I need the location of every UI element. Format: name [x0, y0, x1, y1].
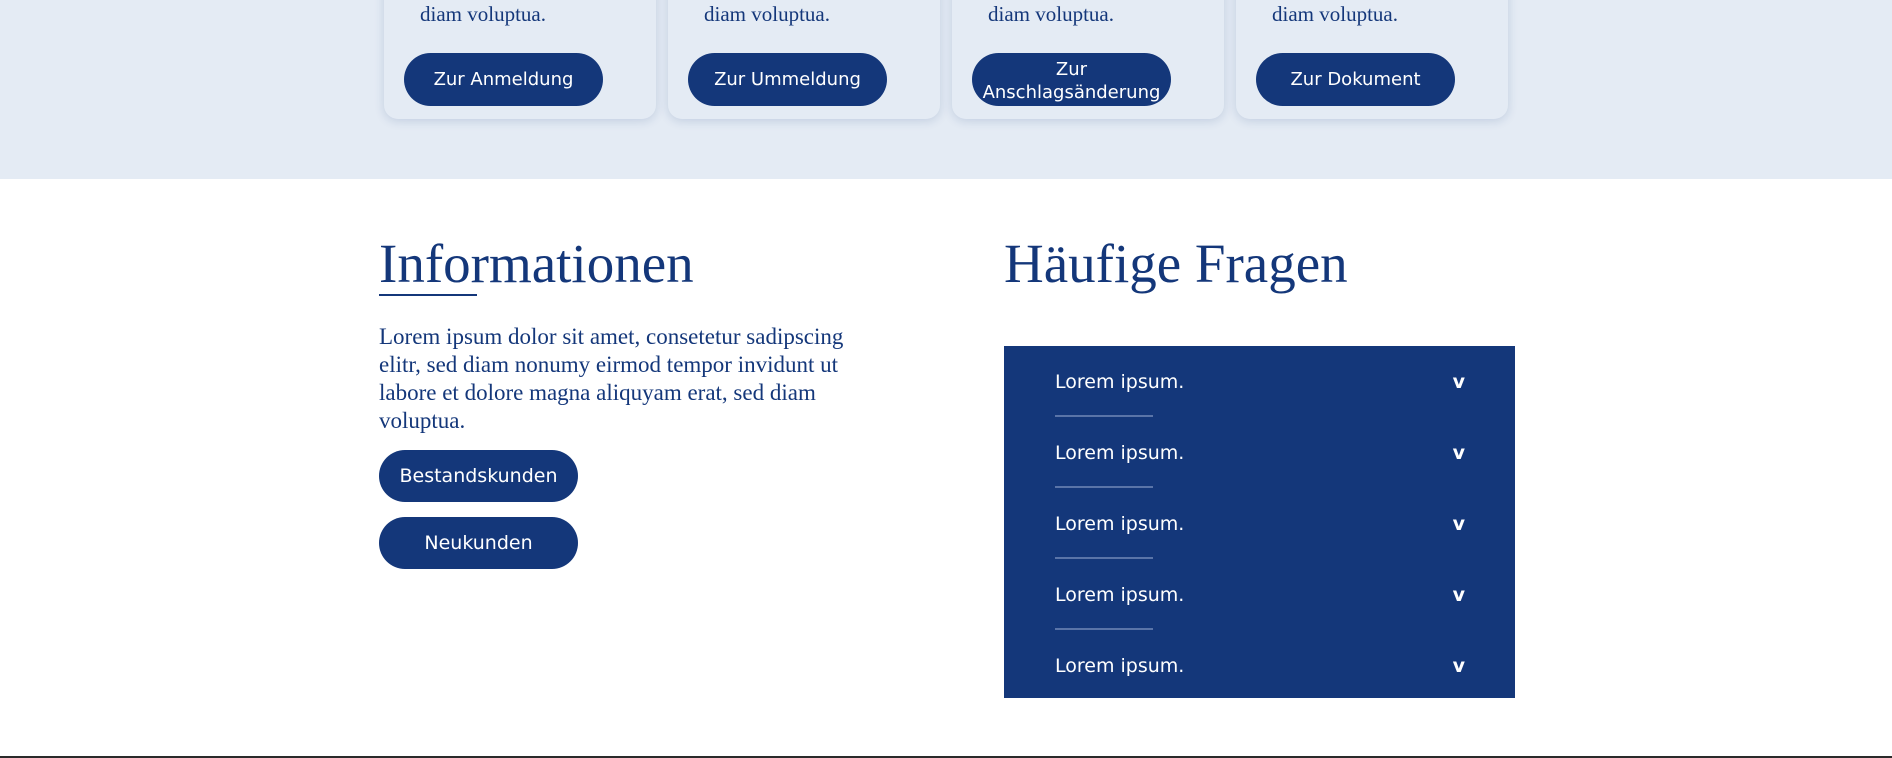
card-text: diam voluptua.	[1272, 2, 1398, 26]
faq-item[interactable]: Lorem ipsum. v	[1055, 362, 1465, 402]
faq-item[interactable]: Lorem ipsum. v	[1055, 504, 1465, 544]
faq-question: Lorem ipsum.	[1055, 655, 1185, 677]
faq-item[interactable]: Lorem ipsum. v	[1055, 433, 1465, 473]
service-card-ummeldung: diam voluptua. Zur Ummeldung	[668, 0, 940, 119]
dokument-button[interactable]: Zur Dokument	[1256, 53, 1455, 106]
card-text: diam voluptua.	[704, 2, 830, 26]
card-text: diam voluptua.	[988, 2, 1114, 26]
card-text: diam voluptua.	[420, 2, 546, 26]
informationen-text: Lorem ipsum dolor sit amet, consetetur s…	[379, 324, 844, 433]
faq-divider	[1055, 415, 1153, 417]
faq-item[interactable]: Lorem ipsum. v	[1055, 646, 1465, 686]
services-band: diam voluptua. Zur Anmeldung diam volupt…	[0, 0, 1892, 179]
faq-heading: Häufige Fragen	[1004, 233, 1348, 294]
faq-divider	[1055, 557, 1153, 559]
chevron-down-icon: v	[1452, 655, 1465, 677]
anmeldung-button[interactable]: Zur Anmeldung	[404, 53, 603, 106]
service-card-dokument: diam voluptua. Zur Dokument	[1236, 0, 1508, 119]
chevron-down-icon: v	[1452, 442, 1465, 464]
button-label-line2: Anschlagsänderung	[982, 81, 1161, 103]
button-label-line1: Zur	[1055, 58, 1088, 80]
faq-item[interactable]: Lorem ipsum. v	[1055, 575, 1465, 615]
anschlagsaenderung-button[interactable]: Zur Anschlagsänderung	[972, 53, 1171, 106]
button-label: Zur Anschlagsänderung	[983, 58, 1161, 104]
faq-divider	[1055, 628, 1153, 630]
chevron-down-icon: v	[1452, 371, 1465, 393]
faq-accordion: Lorem ipsum. v Lorem ipsum. v Lorem ipsu…	[1004, 346, 1515, 698]
chevron-down-icon: v	[1452, 513, 1465, 535]
informationen-heading: Informationen	[379, 233, 694, 294]
heading-underline	[379, 294, 477, 296]
ummeldung-button[interactable]: Zur Ummeldung	[688, 53, 887, 106]
faq-question: Lorem ipsum.	[1055, 442, 1185, 464]
service-card-anschlagsaenderung: diam voluptua. Zur Anschlagsänderung	[952, 0, 1224, 119]
chevron-down-icon: v	[1452, 584, 1465, 606]
faq-question: Lorem ipsum.	[1055, 371, 1185, 393]
service-card-anmeldung: diam voluptua. Zur Anmeldung	[384, 0, 656, 119]
faq-divider	[1055, 486, 1153, 488]
faq-question: Lorem ipsum.	[1055, 584, 1185, 606]
bestandskunden-button[interactable]: Bestandskunden	[379, 450, 578, 502]
neukunden-button[interactable]: Neukunden	[379, 517, 578, 569]
faq-question: Lorem ipsum.	[1055, 513, 1185, 535]
